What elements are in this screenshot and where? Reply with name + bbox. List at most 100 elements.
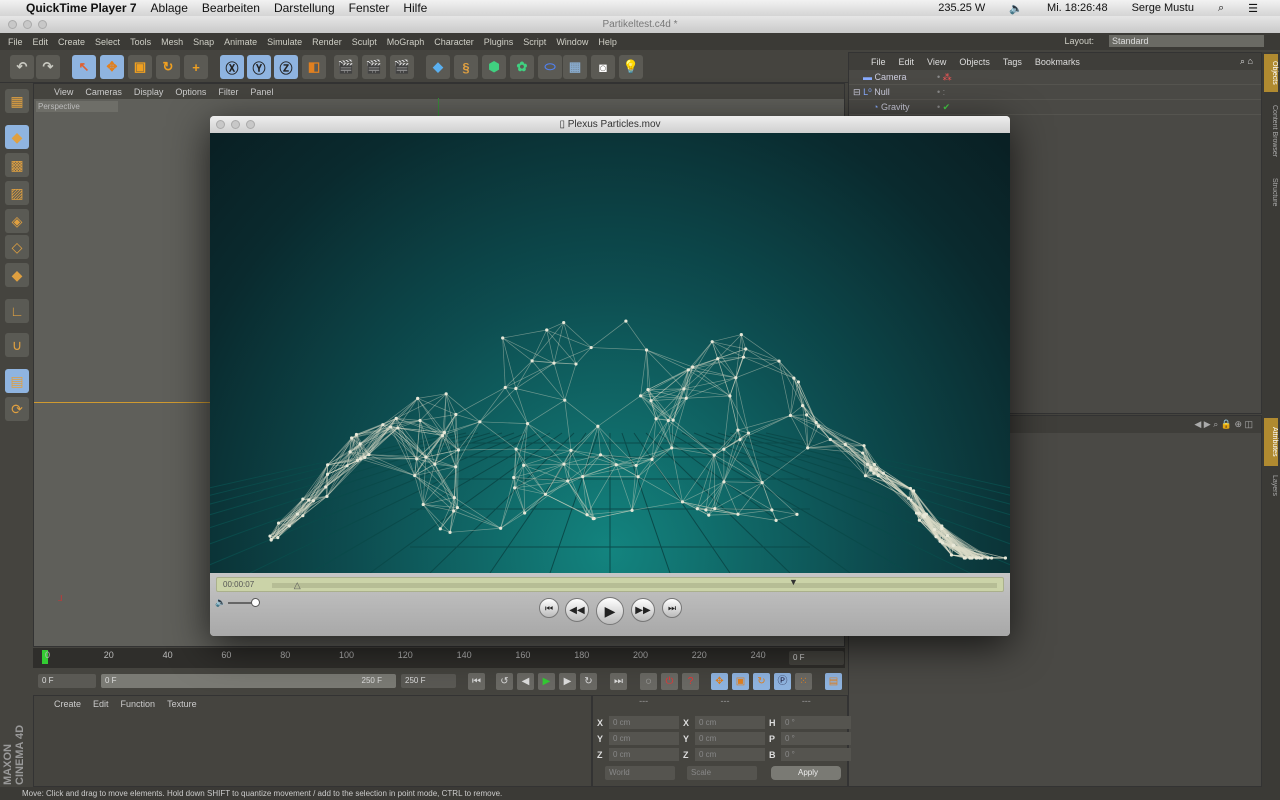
autokey-icon[interactable]: ⏻: [661, 673, 678, 690]
menu-render[interactable]: Render: [312, 37, 342, 47]
object-row-camera[interactable]: ▬ Camera • ⁂: [849, 70, 1261, 85]
menu-hilfe[interactable]: Hilfe: [403, 1, 427, 15]
coord-field[interactable]: 0 cm: [695, 732, 765, 745]
coord-field[interactable]: 0 °: [781, 748, 851, 761]
texture-mode-icon[interactable]: ▩: [5, 153, 29, 177]
range-slider[interactable]: 0 F 250 F: [101, 674, 396, 688]
tab-objects[interactable]: Objects: [1264, 54, 1278, 92]
mat-menu-texture[interactable]: Texture: [167, 699, 197, 709]
next-key-icon[interactable]: ↻: [580, 673, 597, 690]
prev-key-icon[interactable]: ↺: [496, 673, 513, 690]
fast-forward-button[interactable]: ▶▶: [631, 598, 655, 622]
lock-icon[interactable]: ⟳: [5, 397, 29, 421]
timeline-window-icon[interactable]: ▤: [825, 673, 842, 690]
x-axis-icon[interactable]: Ⓧ: [220, 55, 244, 79]
om-menu-file[interactable]: File: [871, 57, 886, 67]
menu-animate[interactable]: Animate: [224, 37, 257, 47]
rewind-button[interactable]: ◀◀: [565, 598, 589, 622]
redo-icon[interactable]: ↷: [36, 55, 60, 79]
camera-icon[interactable]: ◙: [591, 55, 615, 79]
menu-script[interactable]: Script: [523, 37, 546, 47]
vp-menu-panel[interactable]: Panel: [250, 87, 273, 97]
edges-mode-icon[interactable]: ◇: [5, 235, 29, 259]
menu-edit[interactable]: Edit: [33, 37, 49, 47]
y-axis-icon[interactable]: Ⓨ: [247, 55, 271, 79]
om-menu-view[interactable]: View: [927, 57, 946, 67]
axis-mode-icon[interactable]: ∟: [5, 299, 29, 323]
scrub-track[interactable]: [272, 583, 997, 588]
vp-menu-filter[interactable]: Filter: [218, 87, 238, 97]
light-icon[interactable]: 💡: [619, 55, 643, 79]
minimize-button[interactable]: [23, 20, 32, 29]
scrub-head[interactable]: △: [294, 580, 301, 591]
zoom-button[interactable]: [38, 20, 47, 29]
current-frame-field[interactable]: 0 F: [789, 651, 844, 665]
user-name[interactable]: Serge Mustu: [1132, 2, 1194, 14]
menu-plugins[interactable]: Plugins: [484, 37, 514, 47]
keyframe-selection-icon[interactable]: ?: [682, 673, 699, 690]
move-tool-icon[interactable]: ✥: [100, 55, 124, 79]
play-button[interactable]: ▶: [596, 597, 624, 625]
volume-icon[interactable]: 🔈: [215, 597, 226, 608]
coord-field[interactable]: 0 cm: [695, 716, 765, 729]
vp-menu-display[interactable]: Display: [134, 87, 164, 97]
points-mode-icon[interactable]: ◈: [5, 209, 29, 233]
menu-mograph[interactable]: MoGraph: [387, 37, 425, 47]
coord-field[interactable]: 0 °: [781, 716, 851, 729]
menu-app[interactable]: QuickTime Player 7: [26, 1, 137, 15]
menu-character[interactable]: Character: [434, 37, 474, 47]
clock[interactable]: Mi. 18:26:48: [1047, 2, 1108, 14]
goto-start-button[interactable]: ⏮: [539, 598, 559, 618]
vp-menu-cameras[interactable]: Cameras: [85, 87, 122, 97]
goto-start-icon[interactable]: ⏮: [468, 673, 485, 690]
add-tool-icon[interactable]: +: [184, 55, 208, 79]
coord-field[interactable]: 0 cm: [609, 748, 679, 761]
coordinate-system-icon[interactable]: ◧: [302, 55, 326, 79]
key-scale-icon[interactable]: ▣: [732, 673, 749, 690]
video-frame[interactable]: [210, 133, 1010, 594]
make-editable-icon[interactable]: ▦: [5, 89, 29, 113]
qt-minimize-button[interactable]: [231, 120, 240, 129]
workplane-icon[interactable]: ▨: [5, 181, 29, 205]
snap-icon[interactable]: ▤: [5, 369, 29, 393]
menu-select[interactable]: Select: [95, 37, 120, 47]
menu-ablage[interactable]: Ablage: [151, 1, 188, 15]
object-row-gravity[interactable]: ◔ Gravity • ✔: [849, 100, 1261, 115]
coord-field[interactable]: 0 cm: [609, 716, 679, 729]
key-pla-icon[interactable]: ⁙: [795, 673, 812, 690]
menu-tools[interactable]: Tools: [130, 37, 151, 47]
key-rotation-icon[interactable]: ↻: [753, 673, 770, 690]
mat-menu-edit[interactable]: Edit: [93, 699, 109, 709]
menu-file[interactable]: File: [8, 37, 23, 47]
timeline-ruler[interactable]: 0 20 40 60 80 100 120 140 160 180 200 220 240 0 F: [33, 648, 845, 668]
goto-end-button[interactable]: ⏭: [662, 598, 682, 618]
goto-end-icon[interactable]: ⏭: [610, 673, 627, 690]
volume-icon[interactable]: 🔈: [1009, 2, 1023, 15]
z-axis-icon[interactable]: Ⓩ: [274, 55, 298, 79]
next-frame-icon[interactable]: ▶: [559, 673, 576, 690]
spotlight-icon[interactable]: ⌕: [1218, 2, 1224, 15]
end-frame-field[interactable]: 250 F: [401, 674, 456, 688]
select-tool-icon[interactable]: ↖: [72, 55, 96, 79]
vp-menu-view[interactable]: View: [54, 87, 73, 97]
coord-field[interactable]: 0 cm: [695, 748, 765, 761]
deformer-icon[interactable]: ⬭: [538, 55, 562, 79]
om-menu-objects[interactable]: Objects: [959, 57, 990, 67]
menu-window[interactable]: Window: [556, 37, 588, 47]
key-position-icon[interactable]: ✥: [711, 673, 728, 690]
model-mode-icon[interactable]: ◆: [5, 125, 29, 149]
om-menu-edit[interactable]: Edit: [899, 57, 915, 67]
object-row-null[interactable]: ⊟ L⁰ Null • :: [849, 85, 1261, 100]
spline-icon[interactable]: §: [454, 55, 478, 79]
apply-button[interactable]: Apply: [771, 766, 841, 780]
close-button[interactable]: [8, 20, 17, 29]
tab-content-browser[interactable]: Content Browser: [1264, 96, 1278, 166]
expand-icon[interactable]: ⊟: [853, 87, 861, 98]
coord-scale-select[interactable]: Scale: [687, 766, 757, 780]
search-icon[interactable]: ⌕ ⌂: [1240, 56, 1253, 67]
floor-icon[interactable]: ▦: [563, 55, 587, 79]
play-icon[interactable]: ▶: [538, 673, 555, 690]
selection-marker[interactable]: ▼: [789, 577, 798, 587]
render-picture-icon[interactable]: 🎬: [362, 55, 386, 79]
record-icon[interactable]: ◌: [640, 673, 657, 690]
